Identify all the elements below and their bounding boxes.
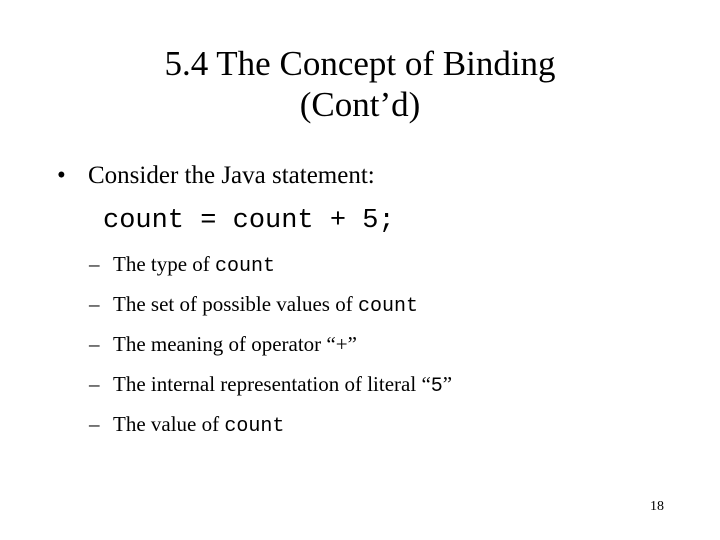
- sub-bullet-suffix: ”: [442, 372, 453, 396]
- sub-bullet-text: The internal representation of literal “: [113, 372, 431, 396]
- sub-bullet-code: +: [335, 332, 348, 356]
- page-number: 18: [650, 499, 664, 514]
- slide-canvas: 5.4 The Concept of Binding (Cont’d) • Co…: [0, 0, 720, 540]
- sub-bullet-item-operator: – The meaning of operator “+”: [0, 334, 720, 374]
- sub-bullet-code: count: [224, 415, 285, 438]
- bullet-item-consider: • Consider the Java statement:: [0, 163, 720, 197]
- slide-title-line-2: (Cont’d): [299, 84, 421, 124]
- sub-bullet-text: The set of possible values of: [113, 292, 358, 316]
- sub-bullet-text: The meaning of operator “: [113, 332, 336, 356]
- sub-bullet-suffix: ”: [347, 332, 357, 356]
- sub-bullet-code: count: [215, 255, 276, 278]
- dash-marker-icon: –: [89, 412, 100, 436]
- dash-marker-icon: –: [89, 372, 100, 396]
- bullet-text: Consider the Java statement:: [88, 162, 375, 189]
- slide-title-line-1: 5.4 The Concept of Binding: [164, 44, 556, 83]
- sub-bullet-item-literal: – The internal representation of literal…: [0, 374, 720, 414]
- sub-bullet-text: The type of: [113, 252, 216, 276]
- sub-bullet-text: The value of: [113, 412, 225, 436]
- dash-marker-icon: –: [89, 332, 100, 356]
- sub-bullet-item-value: – The value of count: [0, 414, 720, 454]
- bullet-marker-icon: •: [57, 162, 66, 189]
- slide-title: 5.4 The Concept of Binding (Cont’d): [40, 44, 680, 125]
- sub-bullet-item-type: – The type of count: [0, 254, 720, 294]
- dash-marker-icon: –: [89, 292, 100, 316]
- sub-bullet-code: 5: [430, 375, 443, 398]
- code-statement: count = count + 5;: [103, 206, 395, 236]
- sub-bullet-item-values: – The set of possible values of count: [0, 294, 720, 334]
- sub-bullet-list: – The type of count – The set of possibl…: [0, 254, 720, 454]
- slide-body: • Consider the Java statement: count = c…: [0, 163, 720, 454]
- dash-marker-icon: –: [89, 252, 100, 276]
- sub-bullet-code: count: [357, 295, 418, 318]
